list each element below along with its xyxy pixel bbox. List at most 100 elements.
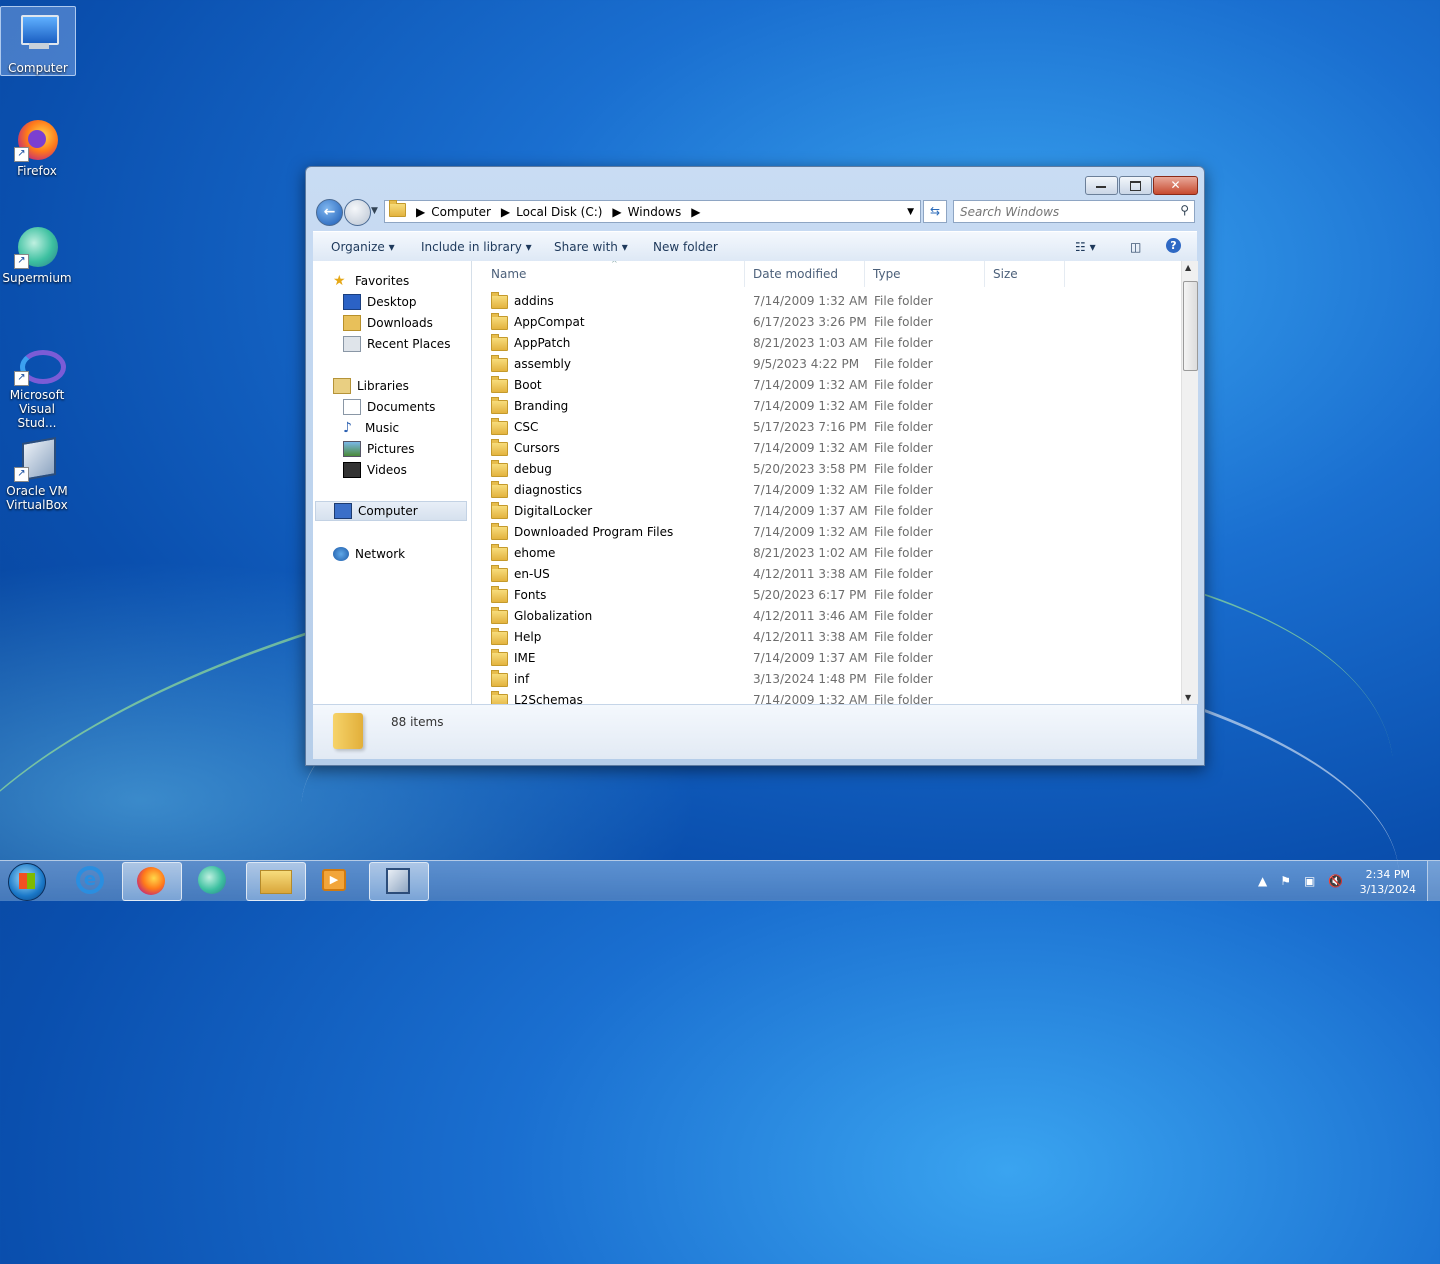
- file-row[interactable]: ehome 8/21/2023 1:02 AM File folder: [491, 543, 1171, 564]
- folder-icon: [491, 543, 508, 561]
- scroll-up-icon[interactable]: ▲: [1185, 263, 1191, 272]
- nav-network[interactable]: Network: [333, 544, 405, 564]
- show-desktop-button[interactable]: [1427, 861, 1440, 901]
- nav-music[interactable]: ♪ Music: [343, 418, 399, 438]
- recent-pages-dropdown-icon[interactable]: ▼: [371, 206, 378, 216]
- file-date: 8/21/2023 1:02 AM: [753, 546, 868, 560]
- taskbar-virtualbox[interactable]: [369, 862, 429, 901]
- desktop-icon-computer[interactable]: Computer: [0, 6, 76, 76]
- search-input[interactable]: [954, 201, 1172, 222]
- breadcrumb-separator-icon[interactable]: ▶: [416, 205, 425, 219]
- close-button[interactable]: ✕: [1153, 176, 1198, 195]
- file-row[interactable]: AppCompat 6/17/2023 3:26 PM File folder: [491, 312, 1171, 333]
- taskbar-supermium[interactable]: [184, 862, 242, 899]
- network-icon[interactable]: ▣: [1304, 874, 1315, 888]
- file-row[interactable]: Globalization 4/12/2011 3:46 AM File folde…: [491, 606, 1171, 627]
- forward-button[interactable]: [344, 199, 371, 226]
- file-row[interactable]: debug 5/20/2023 3:58 PM File folder: [491, 459, 1171, 480]
- file-row[interactable]: en-US 4/12/2011 3:38 AM File folder: [491, 564, 1171, 585]
- nav-videos[interactable]: Videos: [343, 460, 407, 480]
- share-with-menu[interactable]: Share with ▾: [554, 240, 628, 254]
- column-header-size[interactable]: Size: [985, 261, 1065, 287]
- taskbar-windows-explorer[interactable]: [246, 862, 306, 901]
- nav-documents[interactable]: Documents: [343, 397, 435, 417]
- search-box[interactable]: ⚲: [953, 200, 1195, 223]
- new-folder-button[interactable]: New folder: [653, 240, 718, 254]
- breadcrumb-separator-icon[interactable]: ▶: [691, 205, 700, 219]
- file-date: 4/12/2011 3:38 AM: [753, 630, 868, 644]
- view-options-icon[interactable]: ☷ ▾: [1075, 240, 1096, 254]
- taskbar-internet-explorer[interactable]: e: [62, 862, 120, 899]
- scrollbar-thumb[interactable]: [1183, 281, 1198, 371]
- file-row[interactable]: IME 7/14/2009 1:37 AM File folder: [491, 648, 1171, 669]
- back-button[interactable]: ←: [316, 199, 343, 226]
- vertical-scrollbar[interactable]: ▲ ▼: [1181, 261, 1198, 704]
- show-hidden-icons-icon[interactable]: ▲: [1258, 874, 1267, 888]
- folder-icon: [491, 459, 508, 477]
- column-header-date[interactable]: Date modified: [745, 261, 865, 287]
- file-row[interactable]: Fonts 5/20/2023 6:17 PM File folder: [491, 585, 1171, 606]
- file-row[interactable]: addins 7/14/2009 1:32 AM File folder: [491, 291, 1171, 312]
- file-row[interactable]: CSC 5/17/2023 7:16 PM File folder: [491, 417, 1171, 438]
- shortcut-arrow-icon: ↗: [14, 467, 29, 482]
- scroll-down-icon[interactable]: ▼: [1185, 693, 1191, 702]
- file-row[interactable]: diagnostics 7/14/2009 1:32 AM File folder: [491, 480, 1171, 501]
- nav-favorites[interactable]: ★ Favorites: [333, 271, 409, 291]
- minimize-button[interactable]: [1085, 176, 1118, 195]
- file-date: 5/20/2023 6:17 PM: [753, 588, 867, 602]
- organize-menu[interactable]: Organize ▾: [331, 240, 395, 254]
- help-icon[interactable]: ?: [1166, 238, 1181, 253]
- address-bar[interactable]: ▶ Computer ▶ Local Disk (C:) ▶ Windows ▶…: [384, 200, 921, 223]
- file-type: File folder: [874, 336, 933, 350]
- breadcrumb-local-disk[interactable]: Local Disk (C:): [516, 205, 602, 219]
- column-header-type[interactable]: Type: [865, 261, 985, 287]
- desktop-icon-visual-studio[interactable]: ↗ Microsoft Visual Stud...: [0, 334, 74, 430]
- file-type: File folder: [874, 294, 933, 308]
- taskbar-media-player[interactable]: ▶: [306, 862, 364, 899]
- address-dropdown-icon[interactable]: ▼: [907, 207, 914, 217]
- desktop-icon-virtualbox[interactable]: ↗ Oracle VM VirtualBox: [0, 430, 74, 512]
- breadcrumb-separator-icon[interactable]: ▶: [501, 205, 510, 219]
- clock[interactable]: 2:34 PM 3/13/2024: [1360, 867, 1416, 897]
- maximize-button[interactable]: [1119, 176, 1152, 195]
- desktop-icon-firefox[interactable]: ↗ Firefox: [0, 110, 74, 178]
- item-count: 88 items: [391, 715, 444, 729]
- breadcrumb-separator-icon[interactable]: ▶: [612, 205, 621, 219]
- file-row[interactable]: AppPatch 8/21/2023 1:03 AM File folder: [491, 333, 1171, 354]
- breadcrumb-windows[interactable]: Windows: [628, 205, 682, 219]
- folder-icon: [491, 312, 508, 330]
- folder-icon: [333, 713, 363, 749]
- nav-downloads[interactable]: Downloads: [343, 313, 433, 333]
- nav-libraries[interactable]: Libraries: [333, 376, 409, 396]
- nav-computer[interactable]: Computer: [315, 501, 467, 521]
- refresh-button[interactable]: ⇆: [923, 200, 947, 223]
- action-center-flag-icon[interactable]: ⚑: [1280, 874, 1291, 888]
- desktop-icon-label: Supermium: [2, 271, 72, 285]
- file-name: inf: [491, 669, 529, 690]
- file-row[interactable]: inf 3/13/2024 1:48 PM File folder: [491, 669, 1171, 690]
- nav-desktop[interactable]: Desktop: [343, 292, 417, 312]
- nav-pictures[interactable]: Pictures: [343, 439, 415, 459]
- file-type: File folder: [874, 672, 933, 686]
- volume-muted-icon[interactable]: 🔇: [1328, 874, 1343, 888]
- file-row[interactable]: Help 4/12/2011 3:38 AM File folder: [491, 627, 1171, 648]
- breadcrumb-computer[interactable]: Computer: [431, 205, 491, 219]
- preview-pane-icon[interactable]: ◫: [1130, 240, 1141, 254]
- folder-icon: [491, 333, 508, 351]
- search-icon[interactable]: ⚲: [1180, 203, 1189, 217]
- file-name: Cursors: [491, 438, 560, 459]
- include-in-library-menu[interactable]: Include in library ▾: [421, 240, 532, 254]
- file-row[interactable]: L2Schemas 7/14/2009 1:32 AM File folder: [491, 690, 1171, 704]
- file-row[interactable]: Cursors 7/14/2009 1:32 AM File folder: [491, 438, 1171, 459]
- file-row[interactable]: Downloaded Program Files 7/14/2009 1:32 A…: [491, 522, 1171, 543]
- taskbar-firefox[interactable]: [122, 862, 182, 901]
- start-button[interactable]: [8, 863, 46, 901]
- desktop-icon-supermium[interactable]: ↗ Supermium: [0, 217, 74, 285]
- file-name: AppPatch: [491, 333, 570, 354]
- file-row[interactable]: Boot 7/14/2009 1:32 AM File folder: [491, 375, 1171, 396]
- file-row[interactable]: DigitalLocker 7/14/2009 1:37 AM File folde…: [491, 501, 1171, 522]
- file-row[interactable]: Branding 7/14/2009 1:32 AM File folder: [491, 396, 1171, 417]
- folder-icon: [491, 396, 508, 414]
- nav-recent-places[interactable]: Recent Places: [343, 334, 450, 354]
- file-row[interactable]: assembly 9/5/2023 4:22 PM File folder: [491, 354, 1171, 375]
